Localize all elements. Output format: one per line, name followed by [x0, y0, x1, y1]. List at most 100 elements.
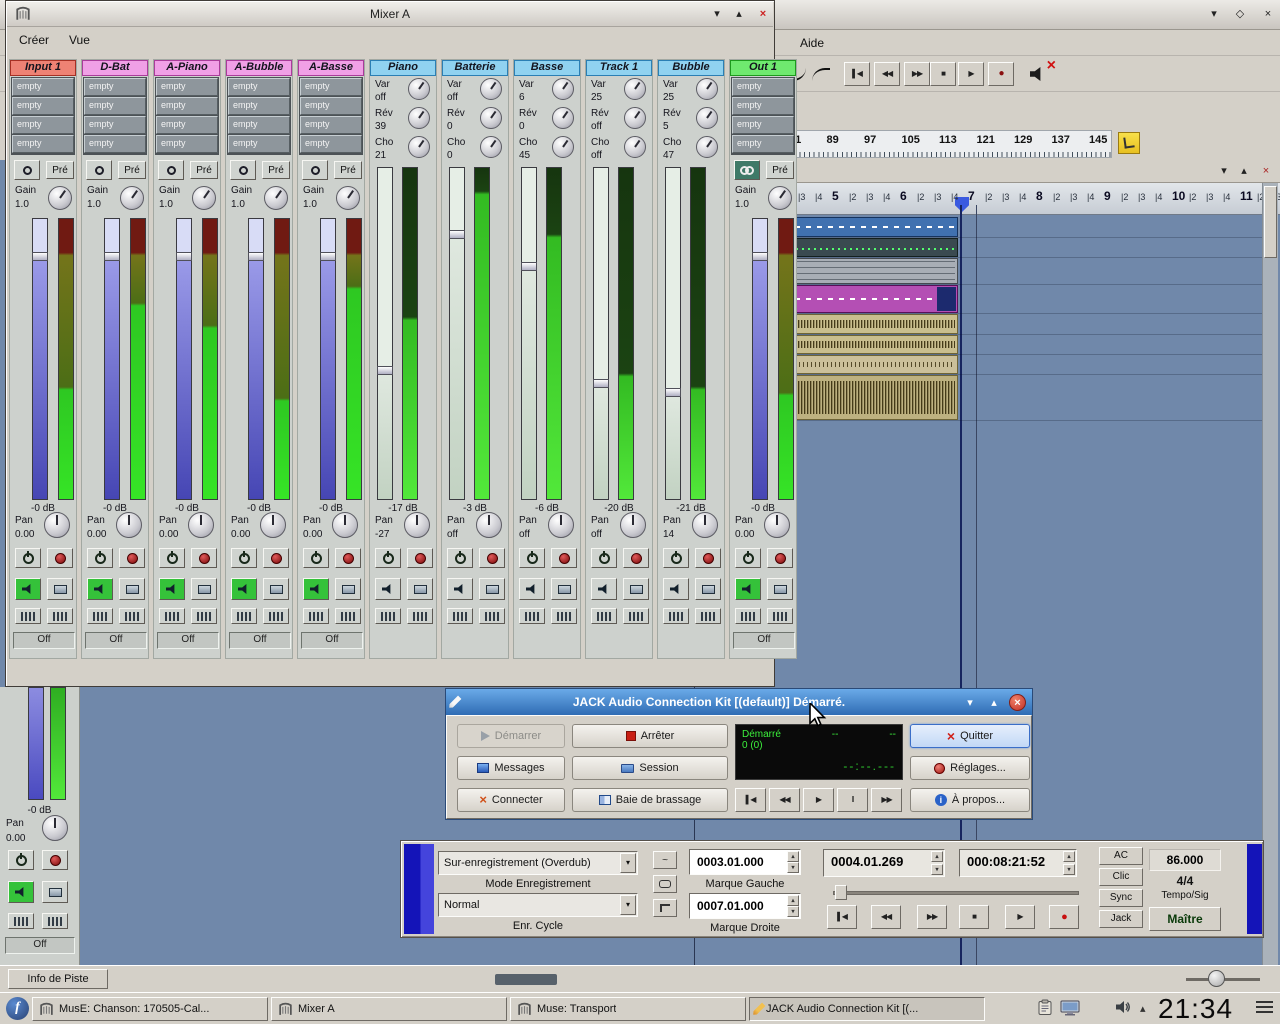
record-arm-button[interactable] — [767, 548, 793, 568]
skip-start-button[interactable]: ▌◀ — [827, 905, 857, 929]
track-name-label[interactable]: Track 1 — [586, 60, 652, 76]
effect-slot[interactable]: empty — [228, 78, 290, 96]
pan-knob[interactable] — [692, 512, 718, 538]
menu-vue[interactable]: Vue — [69, 33, 90, 47]
output-route-box[interactable]: Off — [229, 632, 291, 649]
pre-fader-button[interactable]: Pré — [262, 161, 290, 179]
power-button[interactable] — [231, 548, 257, 568]
fader-handle[interactable] — [176, 252, 192, 261]
mute-button[interactable] — [663, 578, 689, 600]
scrollbar-thumb[interactable] — [1264, 186, 1277, 258]
pan-knob[interactable] — [44, 512, 70, 538]
track-name-label[interactable]: Input 1 — [10, 60, 76, 76]
track-part[interactable] — [780, 335, 958, 354]
power-button[interactable] — [375, 548, 401, 568]
volume-fader[interactable] — [176, 218, 192, 500]
spin-up-icon[interactable]: ▴ — [931, 851, 943, 862]
volume-fader[interactable] — [665, 167, 681, 500]
jack-session-button[interactable]: Session — [572, 756, 728, 780]
track-part[interactable] — [780, 285, 958, 313]
display-icon[interactable] — [1060, 999, 1080, 1022]
stereo-route-button[interactable] — [86, 160, 112, 180]
record-button[interactable]: ● — [1049, 905, 1079, 929]
jack-titlebar[interactable]: JACK Audio Connection Kit [(default)] Dé… — [446, 689, 1032, 715]
effect-slot[interactable]: empty — [156, 116, 218, 134]
power-button[interactable] — [15, 548, 41, 568]
pre-fader-button[interactable]: Pré — [46, 161, 74, 179]
menu-creer[interactable]: Créer — [19, 33, 49, 47]
effect-slot[interactable]: empty — [732, 116, 794, 134]
jack-start-button[interactable]: Démarrer — [457, 724, 565, 748]
gain-knob[interactable] — [336, 186, 360, 210]
power-button[interactable] — [663, 548, 689, 568]
record-arm-button[interactable] — [695, 548, 721, 568]
monitor-button[interactable] — [479, 578, 505, 600]
automation-write-button[interactable] — [191, 608, 217, 624]
master-button[interactable]: Maître — [1149, 907, 1221, 931]
skip-start-button[interactable]: ▌◀ — [735, 788, 766, 812]
song-position-spinbox[interactable]: 0004.01.269 ▴▾ — [823, 849, 945, 877]
jack-restore-icon[interactable]: ▴ — [985, 696, 1003, 709]
automation-read-button[interactable] — [87, 608, 113, 624]
main-minimize-icon[interactable]: ▾ — [1204, 6, 1224, 23]
pan-knob[interactable] — [42, 815, 68, 841]
effect-slot[interactable]: empty — [300, 97, 362, 115]
midi-ctrl-knob[interactable] — [408, 78, 430, 100]
power-button[interactable] — [735, 548, 761, 568]
clipboard-icon[interactable] — [1036, 999, 1054, 1022]
power-button[interactable] — [87, 548, 113, 568]
mute-panic-button[interactable]: × — [1028, 61, 1056, 87]
midi-ctrl-knob[interactable] — [480, 107, 502, 129]
pan-knob[interactable] — [188, 512, 214, 538]
fader-handle[interactable] — [593, 379, 609, 388]
spin-up-icon[interactable]: ▴ — [1063, 851, 1075, 862]
chevron-down-icon[interactable]: ▾ — [620, 895, 636, 915]
midi-ctrl-knob[interactable] — [408, 107, 430, 129]
rewind-button[interactable]: ◀◀ — [874, 62, 900, 86]
mute-button[interactable] — [591, 578, 617, 600]
effect-slot[interactable]: empty — [300, 135, 362, 153]
stereo-route-button[interactable] — [158, 160, 184, 180]
track-name-label[interactable]: Basse — [514, 60, 580, 76]
power-button[interactable] — [8, 850, 34, 870]
record-mode-select[interactable]: Sur-enregistrement (Overdub) ▾ — [438, 851, 638, 875]
record-arm-button[interactable] — [407, 548, 433, 568]
midi-ctrl-knob[interactable] — [696, 78, 718, 100]
automation-read-button[interactable] — [663, 608, 689, 624]
track-part[interactable] — [780, 258, 958, 284]
menu-hamburger-icon[interactable] — [1256, 1001, 1273, 1016]
step-back-button[interactable]: ◀◀ — [769, 788, 800, 812]
pan-knob[interactable] — [764, 512, 790, 538]
mute-button[interactable] — [519, 578, 545, 600]
mixer-close-icon[interactable]: × — [753, 6, 773, 23]
track-name-label[interactable]: Piano — [370, 60, 436, 76]
midi-ctrl-knob[interactable] — [408, 136, 430, 158]
monitor-button[interactable] — [623, 578, 649, 600]
power-button[interactable] — [303, 548, 329, 568]
automation-write-button[interactable] — [623, 608, 649, 624]
bar-ruler[interactable]: |2|3|45|2|3|46|2|3|47|2|3|48|2|3|49|2|3|… — [780, 183, 1280, 215]
jack-patchbay-button[interactable]: Baie de brassage — [572, 788, 728, 812]
fader-handle[interactable] — [32, 252, 48, 261]
automation-read-button[interactable] — [8, 913, 34, 929]
mute-button[interactable] — [447, 578, 473, 600]
midi-ctrl-knob[interactable] — [624, 107, 646, 129]
taskbar-task-button[interactable]: Muse: Transport — [510, 997, 746, 1021]
track-info-button[interactable]: Info de Piste — [8, 969, 108, 989]
spin-up-icon[interactable]: ▴ — [787, 895, 799, 906]
jack-stop-button[interactable]: Arrêter — [572, 724, 728, 748]
effect-slot[interactable]: empty — [156, 97, 218, 115]
monitor-button[interactable] — [767, 578, 793, 600]
forward-button[interactable]: ▶▶ — [871, 788, 902, 812]
mute-button[interactable] — [8, 881, 34, 903]
gain-knob[interactable] — [264, 186, 288, 210]
stereo-route-button[interactable] — [230, 160, 256, 180]
stereo-route-button[interactable] — [302, 160, 328, 180]
jack-connect-button[interactable]: ×Connecter — [457, 788, 565, 812]
power-button[interactable] — [447, 548, 473, 568]
effect-slot[interactable]: empty — [228, 116, 290, 134]
track-name-label[interactable]: Bubble — [658, 60, 724, 76]
power-button[interactable] — [591, 548, 617, 568]
gain-knob[interactable] — [48, 186, 72, 210]
arranger-subwindow-titlebar[interactable]: ▾ ▴ × — [775, 160, 1280, 183]
